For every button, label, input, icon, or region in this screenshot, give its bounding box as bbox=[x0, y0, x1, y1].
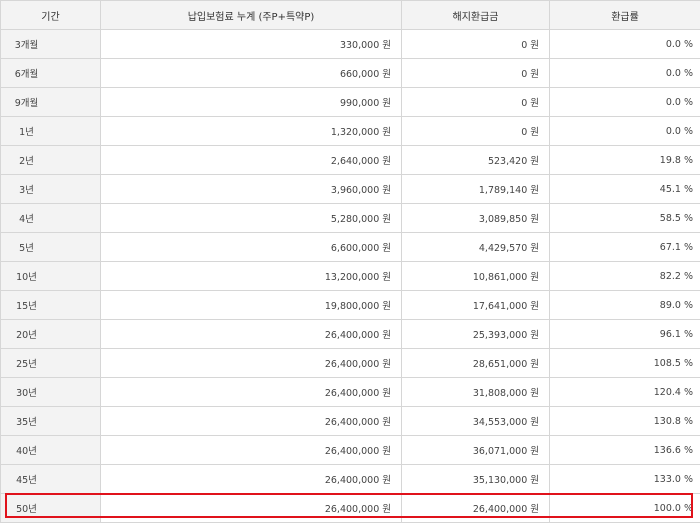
cell-surrender-value: 31,808,000 원 bbox=[401, 377, 550, 407]
cell-premium-total: 19,800,000 원 bbox=[100, 290, 402, 320]
cell-surrender-value: 523,420 원 bbox=[401, 145, 550, 175]
cell-refund-rate: 19.8 % bbox=[549, 145, 700, 175]
cell-refund-rate: 136.6 % bbox=[549, 435, 700, 465]
cell-premium-total: 26,400,000 원 bbox=[100, 464, 402, 494]
cell-premium-total: 26,400,000 원 bbox=[100, 377, 402, 407]
table-row: 25년 26,400,000 원 28,651,000 원 108.5 % bbox=[0, 348, 700, 378]
cell-refund-rate: 0.0 % bbox=[549, 116, 700, 146]
table-row: 45년 26,400,000 원 35,130,000 원 133.0 % bbox=[0, 464, 700, 494]
cell-period: 4년 bbox=[0, 203, 101, 233]
cell-period: 30년 bbox=[0, 377, 101, 407]
cell-surrender-value: 26,400,000 원 bbox=[401, 493, 550, 523]
cell-period: 1년 bbox=[0, 116, 101, 146]
cell-refund-rate: 67.1 % bbox=[549, 232, 700, 262]
table-row: 4년 5,280,000 원 3,089,850 원 58.5 % bbox=[0, 203, 700, 233]
cell-premium-total: 26,400,000 원 bbox=[100, 319, 402, 349]
cell-refund-rate: 100.0 % bbox=[549, 493, 700, 523]
table-row: 30년 26,400,000 원 31,808,000 원 120.4 % bbox=[0, 377, 700, 407]
table-row: 9개월 990,000 원0 원 0.0 % bbox=[0, 87, 700, 117]
cell-surrender-value: 28,651,000 원 bbox=[401, 348, 550, 378]
cell-surrender-value: 0 원 bbox=[401, 87, 550, 117]
cell-period: 20년 bbox=[0, 319, 101, 349]
cell-surrender-value: 35,130,000 원 bbox=[401, 464, 550, 494]
cell-surrender-value: 17,641,000 원 bbox=[401, 290, 550, 320]
cell-period: 35년 bbox=[0, 406, 101, 436]
cell-surrender-value: 0 원 bbox=[401, 116, 550, 146]
cell-premium-total: 1,320,000 원 bbox=[100, 116, 402, 146]
surrender-value-table: 기간 납입보험료 누계 (주P+특약P) 해지환급금 환급률 3개월 330,00… bbox=[0, 0, 700, 523]
cell-period: 6개월 bbox=[0, 58, 101, 88]
cell-refund-rate: 0.0 % bbox=[549, 58, 700, 88]
cell-premium-total: 990,000 원 bbox=[100, 87, 402, 117]
cell-refund-rate: 120.4 % bbox=[549, 377, 700, 407]
table-row: 3개월 330,000 원0 원 0.0 % bbox=[0, 29, 700, 59]
cell-surrender-value: 25,393,000 원 bbox=[401, 319, 550, 349]
cell-surrender-value: 0 원 bbox=[401, 58, 550, 88]
table-row: 35년 26,400,000 원 34,553,000 원 130.8 % bbox=[0, 406, 700, 436]
table-row: 5년 6,600,000 원 4,429,570 원 67.1 % bbox=[0, 232, 700, 262]
table-row: 40년 26,400,000 원 36,071,000 원 136.6 % bbox=[0, 435, 700, 465]
header-premium-total: 납입보험료 누계 (주P+특약P) bbox=[100, 0, 402, 30]
cell-refund-rate: 130.8 % bbox=[549, 406, 700, 436]
table-header-row: 기간 납입보험료 누계 (주P+특약P) 해지환급금 환급률 bbox=[0, 0, 700, 30]
cell-premium-total: 26,400,000 원 bbox=[100, 348, 402, 378]
cell-period: 15년 bbox=[0, 290, 101, 320]
cell-premium-total: 5,280,000 원 bbox=[100, 203, 402, 233]
header-surrender-value: 해지환급금 bbox=[401, 0, 550, 30]
cell-refund-rate: 89.0 % bbox=[549, 290, 700, 320]
cell-surrender-value: 36,071,000 원 bbox=[401, 435, 550, 465]
cell-refund-rate: 96.1 % bbox=[549, 319, 700, 349]
cell-period: 5년 bbox=[0, 232, 101, 262]
cell-premium-total: 13,200,000 원 bbox=[100, 261, 402, 291]
table-row: 1년 1,320,000 원0 원 0.0 % bbox=[0, 116, 700, 146]
table-row: 2년 2,640,000 원 523,420 원 19.8 % bbox=[0, 145, 700, 175]
cell-period: 10년 bbox=[0, 261, 101, 291]
cell-refund-rate: 45.1 % bbox=[549, 174, 700, 204]
cell-premium-total: 2,640,000 원 bbox=[100, 145, 402, 175]
cell-period: 25년 bbox=[0, 348, 101, 378]
cell-refund-rate: 108.5 % bbox=[549, 348, 700, 378]
cell-period: 2년 bbox=[0, 145, 101, 175]
cell-refund-rate: 0.0 % bbox=[549, 87, 700, 117]
table-row: 20년 26,400,000 원 25,393,000 원 96.1 % bbox=[0, 319, 700, 349]
cell-period: 40년 bbox=[0, 435, 101, 465]
cell-period: 50년 bbox=[0, 493, 101, 523]
cell-surrender-value: 3,089,850 원 bbox=[401, 203, 550, 233]
cell-period: 45년 bbox=[0, 464, 101, 494]
cell-period: 9개월 bbox=[0, 87, 101, 117]
table-row: 10년 13,200,000 원 10,861,000 원 82.2 % bbox=[0, 261, 700, 291]
cell-premium-total: 26,400,000 원 bbox=[100, 406, 402, 436]
cell-refund-rate: 58.5 % bbox=[549, 203, 700, 233]
cell-refund-rate: 133.0 % bbox=[549, 464, 700, 494]
cell-refund-rate: 82.2 % bbox=[549, 261, 700, 291]
cell-premium-total: 6,600,000 원 bbox=[100, 232, 402, 262]
header-period: 기간 bbox=[0, 0, 101, 30]
header-refund-rate: 환급률 bbox=[549, 0, 700, 30]
cell-period: 3년 bbox=[0, 174, 101, 204]
table-row: 3년 3,960,000 원 1,789,140 원 45.1 % bbox=[0, 174, 700, 204]
cell-premium-total: 3,960,000 원 bbox=[100, 174, 402, 204]
cell-surrender-value: 10,861,000 원 bbox=[401, 261, 550, 291]
cell-surrender-value: 4,429,570 원 bbox=[401, 232, 550, 262]
cell-surrender-value: 34,553,000 원 bbox=[401, 406, 550, 436]
table-row: 15년 19,800,000 원 17,641,000 원 89.0 % bbox=[0, 290, 700, 320]
table-row: 50년 26,400,000 원 26,400,000 원 100.0 % bbox=[0, 493, 700, 523]
table-body: 3개월 330,000 원0 원 0.0 % 6개월 660,000 원0 원 0.0 %… bbox=[0, 29, 700, 523]
cell-premium-total: 26,400,000 원 bbox=[100, 493, 402, 523]
cell-premium-total: 660,000 원 bbox=[100, 58, 402, 88]
cell-premium-total: 26,400,000 원 bbox=[100, 435, 402, 465]
cell-period: 3개월 bbox=[0, 29, 101, 59]
cell-surrender-value: 1,789,140 원 bbox=[401, 174, 550, 204]
table-row: 6개월 660,000 원0 원 0.0 % bbox=[0, 58, 700, 88]
cell-refund-rate: 0.0 % bbox=[549, 29, 700, 59]
cell-surrender-value: 0 원 bbox=[401, 29, 550, 59]
cell-premium-total: 330,000 원 bbox=[100, 29, 402, 59]
